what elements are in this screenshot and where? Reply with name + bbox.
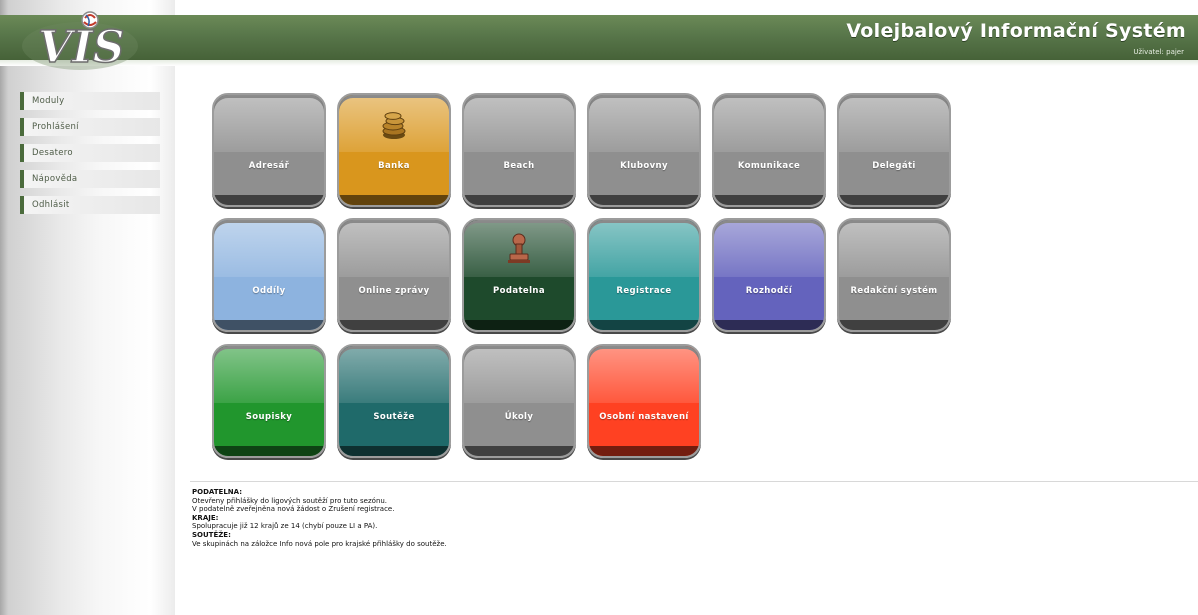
news-section: PODATELNA: Otevřeny přihlášky do ligovýc… (192, 488, 447, 548)
tile-label: Soutěže (373, 412, 415, 422)
tile-label: Delegáti (872, 161, 916, 171)
tile-banka[interactable]: Banka (337, 93, 451, 207)
stamp-icon (508, 233, 530, 263)
news-line: Spolupracuje již 12 krajů ze 14 (chybí p… (192, 522, 378, 531)
tile-komunikace[interactable]: Komunikace (712, 93, 826, 207)
coins-icon (382, 112, 406, 139)
news-line: Ve skupinách na záložce Info nová pole p… (192, 539, 447, 548)
sidebar-item-odhlasit[interactable]: Odhlásit (20, 196, 160, 214)
tile-label: Úkoly (504, 412, 534, 422)
tile-label: Banka (378, 161, 410, 171)
tile-label: Beach (503, 161, 535, 171)
user-label: Uživatel: pajer (1133, 48, 1184, 56)
news-line: Otevřeny přihlášky do ligových soutěží p… (192, 496, 388, 505)
tile-online-zpravy[interactable]: Online zprávy (337, 218, 451, 332)
sidebar-menu: Moduly Prohlášení Desatero Nápověda Odhl… (20, 92, 160, 222)
tile-label: Soupisky (245, 412, 293, 422)
tile-label: Redakční systém (850, 286, 938, 296)
tile-souteze[interactable]: Soutěže (337, 344, 451, 458)
tile-label: Rozhodčí (745, 286, 793, 296)
tile-label: Podatelna (492, 286, 546, 296)
news-heading-kraje: KRAJE: (192, 513, 219, 522)
tile-oddily[interactable]: Oddíly (212, 218, 326, 332)
news-line: V podatelně zveřejněna nová žádost o Zru… (192, 505, 395, 514)
vis-logo[interactable]: VIS (20, 10, 140, 72)
tile-label: Osobní nastavení (599, 412, 689, 422)
tile-label: Oddíly (252, 286, 286, 296)
tile-label: Klubovny (620, 161, 668, 171)
tile-adresar[interactable]: Adresář (212, 93, 326, 207)
tile-redakcni-system[interactable]: Redakční systém (837, 218, 951, 332)
system-title: Volejbalový Informační Systém (846, 20, 1186, 42)
tile-label: Registrace (616, 286, 672, 296)
sidebar-edge (0, 0, 8, 615)
tile-podatelna[interactable]: Podatelna (462, 218, 576, 332)
tile-beach[interactable]: Beach (462, 93, 576, 207)
sidebar-item-desatero[interactable]: Desatero (20, 144, 160, 162)
news-heading-podatelna: PODATELNA: (192, 488, 242, 496)
tile-label: Komunikace (737, 161, 801, 171)
tile-soupisky[interactable]: Soupisky (212, 344, 326, 458)
tile-klubovny[interactable]: Klubovny (587, 93, 701, 207)
tile-rozhodci[interactable]: Rozhodčí (712, 218, 826, 332)
svg-text:VIS: VIS (38, 22, 125, 72)
sidebar-item-moduly[interactable]: Moduly (20, 92, 160, 110)
tile-label: Online zprávy (358, 286, 430, 296)
tile-label: Adresář (248, 161, 290, 171)
sidebar-item-prohlaseni[interactable]: Prohlášení (20, 118, 160, 136)
header-shadow (0, 60, 1198, 66)
tile-ukoly[interactable]: Úkoly (462, 344, 576, 458)
news-heading-souteze: SOUTĚŽE: (192, 530, 231, 539)
sidebar-item-napoveda[interactable]: Nápověda (20, 170, 160, 188)
tile-osobni-nastaveni[interactable]: Osobní nastavení (587, 344, 701, 458)
tile-delegati[interactable]: Delegáti (837, 93, 951, 207)
tile-registrace[interactable]: Registrace (587, 218, 701, 332)
news-divider (190, 481, 1198, 482)
